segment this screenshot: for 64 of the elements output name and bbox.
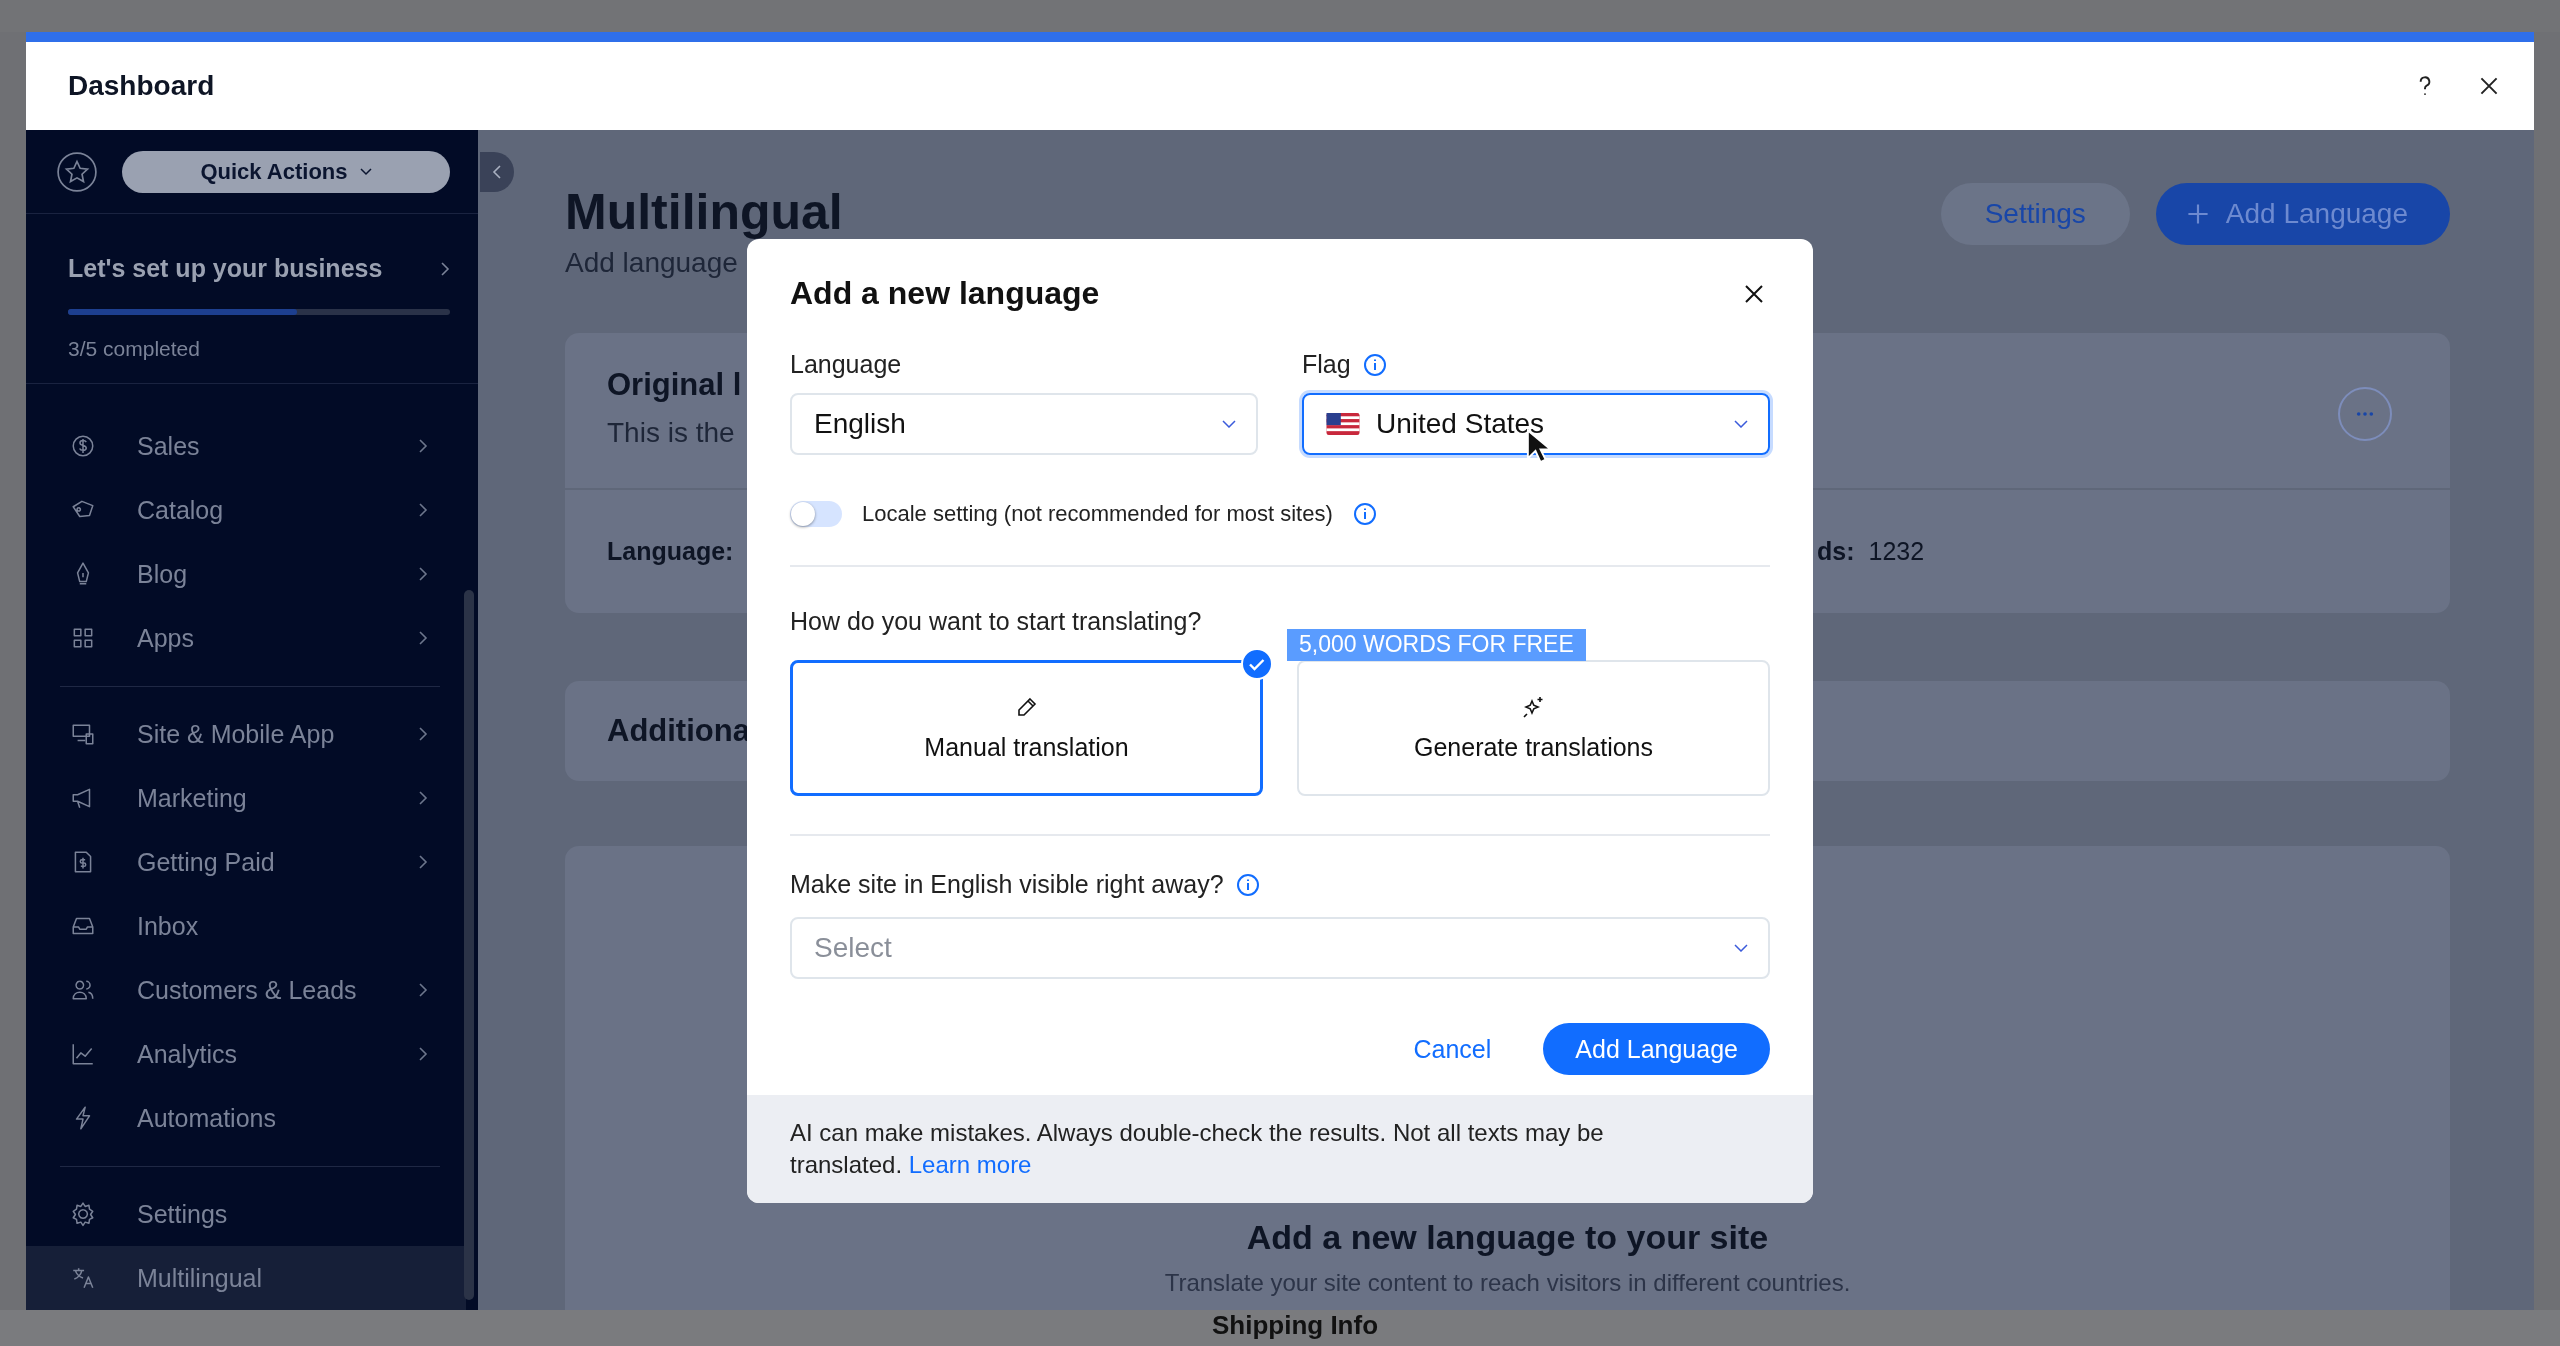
page-title: Multilingual	[565, 183, 843, 241]
quick-actions-button[interactable]: Quick Actions	[122, 150, 450, 193]
words-count: 1232	[1868, 537, 1925, 566]
field-label: Flag	[1302, 350, 1351, 379]
sidebar-item[interactable]: Automations	[26, 1086, 466, 1150]
chevron-left-icon	[492, 164, 502, 180]
sidebar-item[interactable]: Marketing	[26, 766, 466, 830]
chart-icon	[70, 1041, 96, 1067]
sidebar-item[interactable]: Analytics	[26, 1022, 466, 1086]
shipping-info-label: Shipping Info	[1211, 1310, 1379, 1342]
caret-icon	[359, 167, 372, 176]
translate-icon	[70, 1265, 96, 1291]
info-icon[interactable]	[1235, 872, 1260, 897]
flag-icon	[1326, 413, 1360, 435]
chevron-down-icon	[1734, 944, 1748, 952]
chevron-right-icon	[440, 260, 450, 277]
field-label: Language	[790, 350, 903, 379]
setup-title[interactable]: Let's set up your business	[68, 254, 383, 284]
window-title: Dashboard	[68, 70, 216, 102]
sidebar-item[interactable]: Settings	[26, 1182, 466, 1246]
sparkle-icon	[1521, 694, 1546, 719]
scrollbar[interactable]	[464, 590, 474, 1300]
language-select[interactable]: English	[790, 393, 1258, 455]
add-language-button[interactable]: Add Language	[1543, 1023, 1770, 1075]
collapse-sidebar-button[interactable]	[480, 152, 514, 192]
plus-icon	[2185, 202, 2210, 226]
free-words-badge: 5,000 WORDS FOR FREE	[1287, 629, 1586, 661]
checkmark-icon	[1241, 648, 1273, 680]
gear-icon	[70, 1201, 96, 1227]
locale-label: Locale setting (not recommended for most sites)	[862, 501, 1333, 527]
manual-translation-option[interactable]: Manual translation	[790, 660, 1263, 796]
learn-more-link[interactable]: Learn more	[908, 1151, 1032, 1179]
empty-state-title: Add a new language to your site	[1246, 1218, 1769, 1257]
info-icon[interactable]	[1362, 352, 1387, 377]
card-title: Original l	[607, 367, 742, 403]
locale-toggle[interactable]	[790, 501, 842, 527]
cancel-button[interactable]: Cancel	[1401, 1023, 1504, 1075]
sidebar-item[interactable]: Getting Paid	[26, 830, 466, 894]
question-label: How do you want to start translating?	[790, 607, 1203, 636]
language-label: Language:	[607, 537, 735, 566]
flag-select[interactable]: United States	[1302, 393, 1770, 455]
sidebar-item[interactable]: Site & Mobile App	[26, 702, 466, 766]
words-label: ds:	[1817, 537, 1855, 566]
sidebar-item[interactable]: Blog	[26, 542, 466, 606]
dollar-icon	[70, 433, 96, 459]
sidebar-item[interactable]: Sales	[26, 414, 466, 478]
ai-disclaimer: AI can make mistakes. Always double-check the results. Not all texts may be translated. Learn more	[790, 1118, 1605, 1181]
chevron-down-icon	[1734, 420, 1748, 428]
info-icon[interactable]	[1352, 502, 1377, 526]
dialog-title: Add a new language	[790, 275, 1100, 312]
chevron-down-icon	[1222, 420, 1236, 428]
progress-text: 3/5 completed	[68, 337, 201, 362]
sidebar-item[interactable]: Multilingual	[26, 1246, 466, 1310]
card-description: This is the	[607, 417, 736, 449]
sidebar-item[interactable]: Apps	[26, 606, 466, 670]
visibility-label: Make site in English visible right away?	[790, 870, 1224, 899]
sidebar-item[interactable]: Catalog	[26, 478, 466, 542]
card-title: Additiona	[607, 713, 750, 749]
sidebar-item[interactable]: Customers & Leads	[26, 958, 466, 1022]
more-icon	[2356, 411, 2374, 417]
empty-state-text: Translate your site content to reach visitors in different countries.	[1164, 1269, 1851, 1297]
sidebar-item[interactable]: Inbox	[26, 894, 466, 958]
visibility-select[interactable]: Select	[790, 917, 1770, 979]
page-subtitle: Add language	[565, 247, 739, 279]
